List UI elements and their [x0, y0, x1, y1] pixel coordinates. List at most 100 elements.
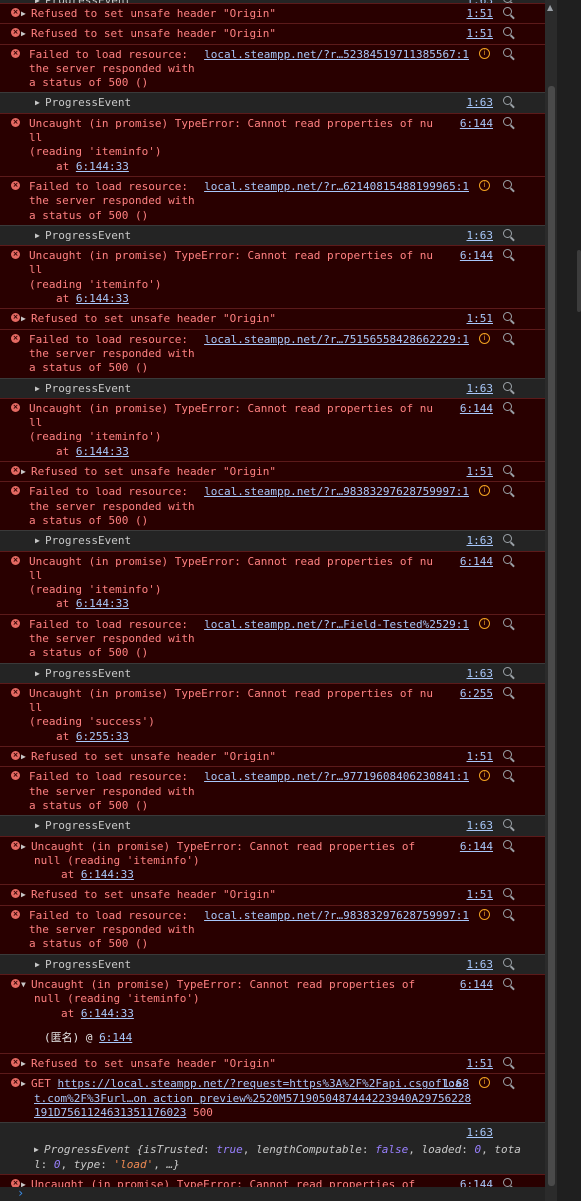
- expand-triangle-icon[interactable]: ▶: [35, 534, 45, 548]
- expand-triangle-icon[interactable]: ▶: [21, 750, 31, 764]
- search-icon[interactable]: [503, 554, 512, 564]
- source-link[interactable]: 1:51: [467, 750, 494, 764]
- console-message[interactable]: × ▶ Refused to set unsafe header "Origin" 1…: [0, 461, 545, 482]
- console-message[interactable]: ▶ProgressEvent 1:63: [0, 815, 545, 836]
- stack-frame-link[interactable]: 6:144:33: [76, 292, 129, 305]
- console-message[interactable]: × Uncaught (in promise) TypeError: Cannot…: [0, 550, 545, 614]
- console-message[interactable]: × ▶ Refused to set unsafe header "Origin" 1…: [0, 884, 545, 905]
- source-link[interactable]: 1:51: [467, 312, 494, 326]
- search-icon[interactable]: [503, 485, 512, 495]
- source-link[interactable]: local.steampp.net/?r…Field-Tested%2529:1: [204, 618, 469, 632]
- console-message[interactable]: × Failed to load resource: the server res…: [0, 328, 545, 378]
- source-link[interactable]: 1:51: [467, 27, 494, 41]
- source-link[interactable]: 1:68: [443, 1077, 470, 1091]
- search-icon[interactable]: [503, 888, 512, 898]
- side-panel-handle[interactable]: [577, 250, 581, 312]
- expand-triangle-icon[interactable]: ▶: [21, 465, 31, 479]
- source-link[interactable]: 6:144: [460, 978, 493, 992]
- search-icon[interactable]: [503, 686, 512, 696]
- source-link[interactable]: 1:63: [467, 958, 494, 972]
- expand-triangle-icon[interactable]: ▶: [21, 888, 31, 902]
- search-icon[interactable]: [503, 977, 512, 987]
- source-link[interactable]: 6:255: [460, 687, 493, 701]
- expand-triangle-icon[interactable]: ▶: [35, 382, 45, 396]
- scrollbar-thumb[interactable]: [548, 86, 555, 1186]
- search-icon[interactable]: [503, 1077, 512, 1087]
- source-link[interactable]: 1:63: [467, 96, 494, 110]
- source-link[interactable]: 6:144: [460, 117, 493, 131]
- console-message[interactable]: ▶ProgressEvent 1:63: [0, 224, 545, 246]
- search-icon[interactable]: [503, 7, 512, 16]
- search-icon[interactable]: [503, 1057, 512, 1067]
- console-message[interactable]: × ▶ Refused to set unsafe header "Origin" 1…: [0, 308, 545, 329]
- stack-frame-link[interactable]: 6:144:33: [76, 160, 129, 173]
- source-link[interactable]: 1:51: [467, 7, 494, 21]
- source-link[interactable]: 1:63: [467, 229, 494, 243]
- search-icon[interactable]: [503, 465, 512, 475]
- expand-triangle-icon[interactable]: ▶: [21, 312, 31, 326]
- expand-triangle-icon[interactable]: ▶: [35, 96, 45, 110]
- search-icon[interactable]: [503, 401, 512, 411]
- console-message[interactable]: × ▶ Refused to set unsafe header "Origin" 1…: [0, 23, 545, 44]
- expand-triangle-icon[interactable]: ▶: [35, 229, 45, 243]
- search-icon[interactable]: [503, 179, 512, 189]
- search-icon[interactable]: [503, 839, 512, 849]
- source-link[interactable]: local.steampp.net/?r…97719608406230841:1: [204, 770, 469, 784]
- source-link[interactable]: 1:51: [467, 1057, 494, 1071]
- expand-triangle-icon[interactable]: ▶: [21, 7, 31, 21]
- console-prompt[interactable]: ›: [0, 1186, 545, 1201]
- source-link[interactable]: 6:144: [460, 555, 493, 569]
- search-icon[interactable]: [503, 617, 512, 627]
- stack-frame-link[interactable]: 6:255:33: [76, 730, 129, 743]
- console-message[interactable]: × Failed to load resource: the server res…: [0, 613, 545, 663]
- console-message[interactable]: × Uncaught (in promise) TypeError: Cannot…: [0, 682, 545, 747]
- console-message[interactable]: ▶ProgressEvent 1:63: [0, 530, 545, 551]
- console-message[interactable]: ▶ProgressEvent 1:63: [0, 662, 545, 683]
- search-icon[interactable]: [503, 96, 512, 106]
- network-warning-icon[interactable]: i: [479, 47, 490, 59]
- console-message[interactable]: × ▼ Uncaught (in promise) TypeError: Canno…: [0, 973, 545, 1054]
- source-link[interactable]: local.steampp.net/?r…52384519711385567:1: [204, 48, 469, 62]
- search-icon[interactable]: [503, 47, 512, 57]
- console-message[interactable]: × Uncaught (in promise) TypeError: Cannot…: [0, 397, 545, 462]
- expand-triangle-icon[interactable]: ▶: [21, 1057, 31, 1071]
- stack-source-link[interactable]: 6:144: [99, 1031, 132, 1044]
- stack-frame-link[interactable]: 6:144:33: [81, 1007, 134, 1020]
- console-message[interactable]: ▶ProgressEvent 1:63: [0, 953, 545, 974]
- expand-triangle-icon[interactable]: ▶: [34, 1143, 44, 1157]
- expand-triangle-icon[interactable]: ▶: [35, 819, 45, 833]
- search-icon[interactable]: [503, 819, 512, 829]
- console-message[interactable]: × Uncaught (in promise) TypeError: Cannot…: [0, 112, 545, 176]
- stack-frame-link[interactable]: 6:144:33: [76, 445, 129, 458]
- stack-frame-link[interactable]: 6:144:33: [81, 868, 134, 881]
- console-message[interactable]: × ▶ Refused to set unsafe header "Origin" 1…: [0, 1053, 545, 1074]
- console-message[interactable]: ▶ ProgressEvent {isTrusted: true, lengthC…: [0, 1122, 545, 1174]
- console-message[interactable]: × Failed to load resource: the server res…: [0, 904, 545, 954]
- search-icon[interactable]: [503, 116, 512, 126]
- expand-triangle-icon[interactable]: ▶: [21, 1077, 31, 1091]
- network-warning-icon[interactable]: i: [479, 1077, 490, 1089]
- network-warning-icon[interactable]: i: [479, 908, 490, 920]
- console-message[interactable]: × ▶ Refused to set unsafe header "Origin" 1…: [0, 746, 545, 767]
- console-message[interactable]: × Failed to load resource: the server res…: [0, 43, 545, 93]
- search-icon[interactable]: [503, 381, 512, 391]
- source-link[interactable]: local.steampp.net/?r…98383297628759997:1: [204, 485, 469, 499]
- source-link[interactable]: 1:51: [467, 465, 494, 479]
- source-link[interactable]: 1:63: [467, 667, 494, 681]
- request-url-link[interactable]: https://local.steampp.net/?request=https…: [34, 1077, 471, 1119]
- search-icon[interactable]: [503, 249, 512, 259]
- search-icon[interactable]: [503, 312, 512, 322]
- source-link[interactable]: local.steampp.net/?r…62140815488199965:1: [204, 180, 469, 194]
- source-link[interactable]: 1:51: [467, 888, 494, 902]
- source-link[interactable]: local.steampp.net/?r…98383297628759997:1: [204, 909, 469, 923]
- expand-triangle-icon[interactable]: ▶: [35, 958, 45, 972]
- search-icon[interactable]: [503, 666, 512, 676]
- search-icon[interactable]: [503, 332, 512, 342]
- scroll-up-icon[interactable]: ▲: [547, 3, 553, 12]
- console-message[interactable]: × ▶ Refused to set unsafe header "Origin" 1…: [0, 3, 545, 24]
- search-icon[interactable]: [503, 750, 512, 760]
- console-message[interactable]: × ▶ Uncaught (in promise) TypeError: Canno…: [0, 835, 545, 885]
- search-icon[interactable]: [503, 770, 512, 780]
- console-message[interactable]: × Failed to load resource: the server res…: [0, 766, 545, 816]
- network-warning-icon[interactable]: i: [479, 179, 490, 191]
